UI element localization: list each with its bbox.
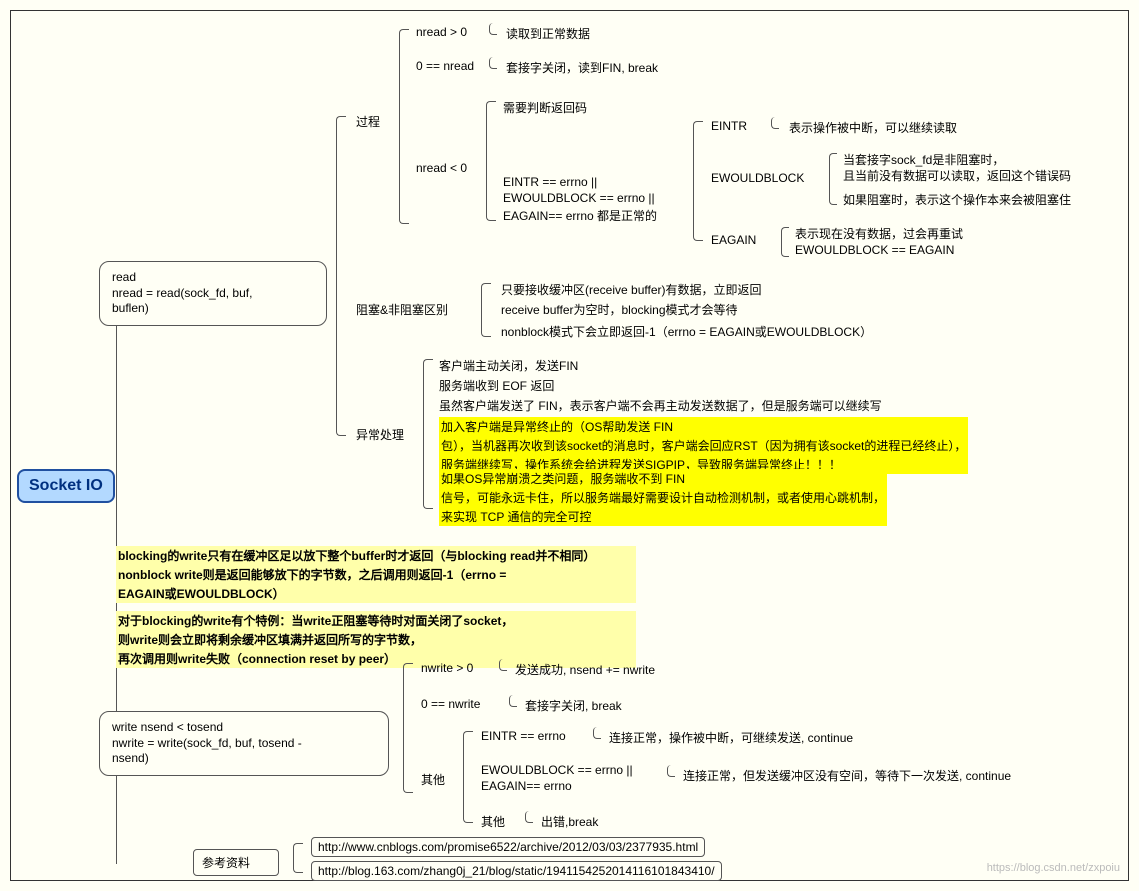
blk-l2: receive buffer为空时，blocking模式才会等待 (501, 301, 738, 318)
wn-l3: EAGAIN或EWOULDBLOCK） (116, 584, 636, 603)
exc-h2-l3: 来实现 TCP 通信的完全可控 (439, 507, 887, 526)
root-node: Socket IO (17, 469, 115, 503)
eagain-desc2: EWOULDBLOCK == EAGAIN (795, 243, 954, 257)
wn-l4: 对于blocking的write有个特例：当write正阻塞等待时对面关闭了so… (116, 611, 636, 630)
read-l2: nread = read(sock_fd, buf, (112, 286, 314, 302)
ewb-desc-l3: 如果阻塞时，表示这个操作本来会被阻塞住 (843, 191, 1071, 208)
wn-l5: 则write则会立即将剩余缓冲区填满并返回所写的字节数， (116, 630, 636, 649)
refs-node: 参考资料 (193, 849, 279, 876)
exc-h1-l2: 包），当机器再次收到该socket的消息时，客户端会回应RST（因为拥有该soc… (439, 436, 968, 455)
write-node: write nsend < tosend nwrite = write(sock… (99, 711, 389, 776)
ref-url1[interactable]: http://www.cnblogs.com/promise6522/archi… (311, 837, 705, 857)
eintr-desc: 表示操作被中断，可以继续读取 (789, 119, 957, 136)
err-cond-l1: EINTR == errno || (503, 175, 597, 189)
wewb-l2: EAGAIN== errno (481, 779, 572, 793)
nread-gt0-cond: nread > 0 (416, 25, 467, 39)
err-cond-l3: EAGAIN== errno 都是正常的 (503, 207, 657, 224)
write-l1: write nsend < tosend (112, 720, 376, 736)
nread-eq0-desc: 套接字关闭，读到FIN, break (506, 59, 658, 76)
other2-cond: 其他 (481, 813, 505, 830)
other-label: 其他 (421, 771, 445, 788)
weintr-desc: 连接正常，操作被中断，可继续发送, continue (609, 729, 853, 746)
write-l2: nwrite = write(sock_fd, buf, tosend - (112, 736, 376, 752)
eagain-name: EAGAIN (711, 233, 756, 247)
nread-gt0-desc: 读取到正常数据 (506, 25, 590, 42)
blk-label: 阻塞&非阻塞区别 (356, 301, 448, 318)
blk-l3: nonblock模式下会立即返回-1（errno = EAGAIN或EWOULD… (501, 323, 872, 340)
read-node: read nread = read(sock_fd, buf, buflen) (99, 261, 327, 326)
exc-h2-l1: 如果OS异常崩溃之类问题，服务端收不到 FIN (439, 469, 887, 488)
ewb-name: EWOULDBLOCK (711, 171, 804, 185)
weintr-cond: EINTR == errno (481, 729, 566, 743)
err-cond-l2: EWOULDBLOCK == errno || (503, 191, 655, 205)
eagain-desc1: 表示现在没有数据，过会再重试 (795, 225, 963, 242)
wewb-l1: EWOULDBLOCK == errno || (481, 763, 633, 777)
nw-eq0-desc: 套接字关闭, break (525, 697, 622, 714)
nread-lt0-cond: nread < 0 (416, 161, 467, 175)
other2-desc: 出错,break (541, 813, 598, 830)
wewb-desc: 连接正常，但发送缓冲区没有空间，等待下一次发送, continue (683, 767, 1011, 784)
proc-label: 过程 (356, 113, 380, 130)
exc-label: 异常处理 (356, 426, 404, 443)
read-l3: buflen) (112, 301, 314, 317)
nw-gt0-desc: 发送成功, nsend += nwrite (515, 661, 655, 678)
nw-gt0-cond: nwrite > 0 (421, 661, 473, 675)
write-l3: nsend) (112, 751, 376, 767)
wn-l1: blocking的write只有在缓冲区足以放下整个buffer时才返回（与bl… (116, 546, 636, 565)
exc-l2: 服务端收到 EOF 返回 (439, 377, 554, 394)
exc-h2-l2: 信号，可能永远卡住，所以服务端最好需要设计自动检测机制，或者使用心跳机制， (439, 488, 887, 507)
exc-h1-l1: 加入客户端是异常终止的（OS帮助发送 FIN (439, 417, 968, 436)
ewb-desc-l2: 且当前没有数据可以读取，返回这个错误码 (843, 167, 1071, 184)
diagram-canvas: Socket IO read nread = read(sock_fd, buf… (10, 10, 1129, 881)
blk-l1: 只要接收缓冲区(receive buffer)有数据，立即返回 (501, 281, 761, 298)
watermark: https://blog.csdn.net/zxpoiu (987, 862, 1120, 874)
ewb-desc-l1: 当套接字sock_fd是非阻塞时， (843, 151, 1004, 168)
nread-eq0-cond: 0 == nread (416, 59, 474, 73)
eintr-name: EINTR (711, 119, 747, 133)
exc-l3: 虽然客户端发送了 FIN，表示客户端不会再主动发送数据了，但是服务端可以继续写 (439, 397, 882, 414)
nw-eq0-cond: 0 == nwrite (421, 697, 480, 711)
exc-l1: 客户端主动关闭，发送FIN (439, 357, 578, 374)
wn-l2: nonblock write则是返回能够放下的字节数，之后调用则返回-1（err… (116, 565, 636, 584)
read-l1: read (112, 270, 314, 286)
need-code: 需要判断返回码 (503, 99, 587, 116)
ref-url2[interactable]: http://blog.163.com/zhang0j_21/blog/stat… (311, 861, 722, 881)
